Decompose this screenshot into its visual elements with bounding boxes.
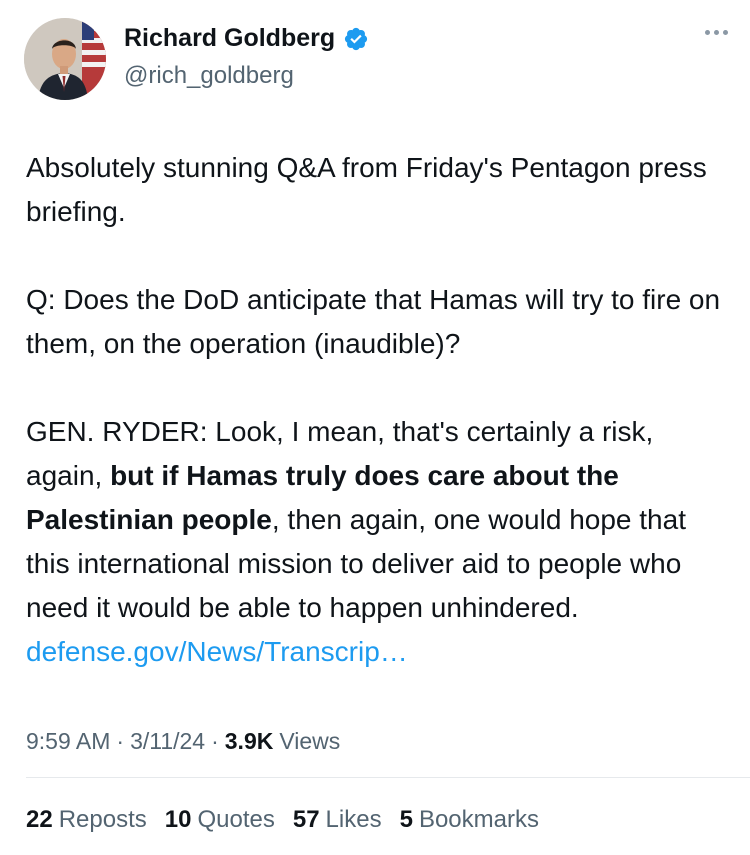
divider <box>26 777 750 778</box>
stat-reposts[interactable]: 22 Reposts <box>26 806 147 834</box>
tweet-text-segment: Q: Does the DoD anticipate that Hamas wi… <box>26 284 721 359</box>
separator: · <box>211 728 219 754</box>
views-count: 3.9K <box>224 728 274 754</box>
verified-badge-icon <box>345 27 368 50</box>
engagement-stats: 22 Reposts 10 Quotes 57 Likes 5 Bookmark… <box>26 806 539 834</box>
quotes-label: Quotes <box>197 806 275 833</box>
author-name-row: Richard Goldberg <box>124 24 369 53</box>
bookmarks-count: 5 <box>399 806 413 833</box>
reposts-label: Reposts <box>58 806 147 833</box>
stat-bookmarks[interactable]: 5 Bookmarks <box>400 806 539 834</box>
tweet-paragraph: Absolutely stunning Q&A from Friday's Pe… <box>26 146 731 234</box>
tweet-paragraph: GEN. RYDER: Look, I mean, that's certain… <box>26 410 731 674</box>
tweet-meta: 9:59 AM · 3/11/24 · 3.9K Views <box>26 728 340 755</box>
dot <box>714 30 719 35</box>
reposts-count: 22 <box>26 806 53 833</box>
tweet-link[interactable]: defense.gov/News/Transcrip… <box>26 636 408 667</box>
avatar-photo <box>24 18 106 100</box>
quotes-count: 10 <box>164 806 192 833</box>
more-options-icon[interactable] <box>705 30 728 35</box>
stat-quotes[interactable]: 10 Quotes <box>165 806 275 834</box>
bookmarks-label: Bookmarks <box>418 806 539 833</box>
author-handle[interactable]: @rich_goldberg <box>124 62 294 90</box>
avatar[interactable] <box>24 18 106 100</box>
tweet-card: Richard Goldberg @rich_goldberg Absolute… <box>0 0 750 855</box>
tweet-date[interactable]: 3/11/24 <box>130 728 205 755</box>
tweet-text: Absolutely stunning Q&A from Friday's Pe… <box>26 146 731 674</box>
dot <box>705 30 710 35</box>
separator: · <box>116 728 125 754</box>
tweet-time[interactable]: 9:59 AM <box>26 728 110 755</box>
stat-likes[interactable]: 57 Likes <box>293 806 382 834</box>
tweet-paragraph: Q: Does the DoD anticipate that Hamas wi… <box>26 278 731 366</box>
likes-label: Likes <box>325 806 382 833</box>
tweet-text-segment: Absolutely stunning Q&A from Friday's Pe… <box>26 152 707 227</box>
likes-count: 57 <box>292 806 320 833</box>
views-label: Views <box>279 728 341 754</box>
dot <box>723 30 728 35</box>
author-name[interactable]: Richard Goldberg <box>124 24 335 53</box>
